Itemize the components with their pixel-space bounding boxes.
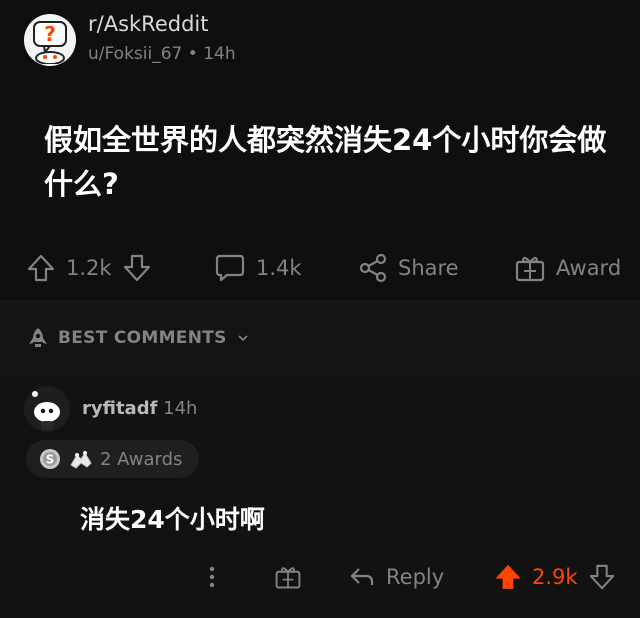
comment-sort-selector[interactable]: BEST COMMENTS [26,326,249,350]
award-button[interactable]: Award [514,253,621,283]
downvote-icon[interactable] [122,253,152,283]
reply-arrow-icon [350,568,374,585]
snoo-avatar-icon [32,391,60,430]
more-options-button[interactable] [204,563,220,591]
downvote-icon[interactable] [588,563,616,591]
askreddit-icon: ? [33,21,67,64]
comment-author[interactable]: ryfitadf [82,398,157,419]
rocket-icon [29,328,47,347]
post-time: 14h [203,44,236,64]
chevron-down-icon [238,335,248,342]
award-label: Award [556,256,622,280]
gift-icon [275,567,301,589]
comment-body: 消失24个小时啊 [80,505,265,534]
gift-icon [515,256,545,282]
comments-button[interactable]: 1.4k [214,253,302,283]
share-icon [359,253,387,283]
comment-count: 1.4k [256,256,302,280]
svg-text:S: S [46,453,55,467]
share-button[interactable]: Share [358,253,459,283]
commenter-avatar[interactable] [24,386,70,432]
share-label: Share [398,256,459,280]
comment-vote-count: 2.9k [532,565,578,589]
reply-label: Reply [386,565,445,589]
upvote-icon[interactable] [26,253,56,283]
upvote-filled-icon[interactable] [494,563,522,591]
subreddit-name[interactable]: r/AskReddit [88,12,208,36]
svg-text:?: ? [44,22,56,46]
silver-award-icon: S [40,449,60,469]
post-vote-group: 1.2k [26,253,152,283]
post-vote-count: 1.2k [66,256,112,280]
post-meta: u/Foksii_67 • 14h [88,44,236,64]
post-author[interactable]: u/Foksii_67 [88,44,182,64]
reply-button[interactable]: Reply [348,563,444,591]
meta-separator: • [187,44,198,64]
post-title[interactable]: 假如全世界的人都突然消失24个小时你会做什么? [44,118,614,206]
comment-author-line: ryfitadf 14h [82,398,197,419]
wholesome-award-icon [70,451,92,469]
sort-label: BEST COMMENTS [58,328,227,348]
comment-vote-group: 2.9k [494,563,616,591]
more-dots-icon [209,566,215,588]
comment-time: 14h [163,398,198,419]
awards-badge[interactable]: S 2 Awards [26,440,199,478]
comment-award-button[interactable] [274,563,302,591]
subreddit-avatar[interactable]: ? [24,14,76,66]
comment-bubble-icon [215,254,245,282]
awards-label: 2 Awards [100,448,183,470]
